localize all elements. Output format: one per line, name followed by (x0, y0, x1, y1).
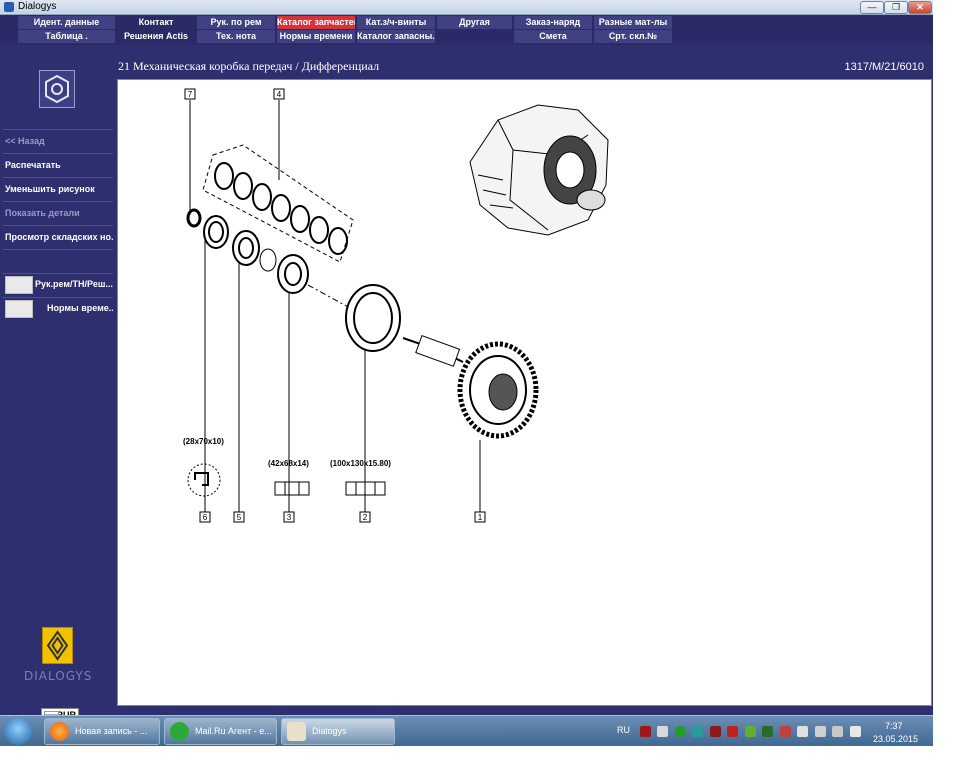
start-button[interactable] (4, 718, 32, 745)
tray-app-icon-5[interactable] (745, 726, 756, 737)
callout-5: 5 (237, 513, 242, 522)
view-stock-numbers-link[interactable]: Просмотр складских но... (3, 225, 113, 249)
menu-table[interactable]: Таблица . (18, 30, 115, 43)
repair-manual-thumbnail-icon (5, 276, 33, 294)
volume-icon[interactable] (815, 726, 826, 737)
menu-estimate[interactable]: Смета (514, 30, 592, 43)
window-title: Dialogys (18, 1, 57, 12)
menu-other[interactable]: Другая (437, 16, 512, 29)
doc-repair-manual[interactable]: Рук.рем/ТН/Реш.... (3, 273, 113, 295)
menu-screws-catalog[interactable]: Кат.з/ч-винты (357, 16, 435, 29)
clock-date[interactable]: 23.05.2015 (873, 734, 918, 744)
menu-labor-times[interactable]: Нормы времени (277, 30, 355, 43)
task-dialogys-label: Dialogys (312, 726, 347, 736)
firefox-icon (50, 722, 69, 741)
nvidia-icon[interactable] (762, 726, 773, 737)
tray-app-icon-4[interactable] (727, 726, 738, 737)
diagram-code: 1317/M/21/6010 (844, 61, 924, 73)
menu-actis-solutions[interactable]: Решения Actis (117, 30, 195, 43)
gearbox-illustration (469, 104, 609, 236)
tray-app-icon-7[interactable] (832, 726, 843, 737)
doc-repair-manual-label: Рук.рем/ТН/Реш.... (35, 279, 113, 289)
callout-3: 3 (287, 513, 292, 522)
window-titlebar: Dialogys — ❐ ✕ (0, 0, 933, 15)
shrink-image-link[interactable]: Уменьшить рисунок (3, 177, 113, 201)
app-window: Идент. данные Контакт Рук. по рем Катало… (0, 15, 933, 723)
callout-1: 1 (478, 513, 483, 522)
mailru-agent-icon (170, 722, 189, 741)
dialogys-app-icon (4, 2, 14, 12)
page-title: 21 Механическая коробка передач / Диффер… (118, 59, 380, 73)
maximize-button[interactable]: ❐ (884, 1, 908, 14)
dimension-part-3: (42x68x14) (268, 459, 309, 468)
task-dialogys[interactable]: Dialogys (281, 718, 395, 745)
language-indicator[interactable]: RU (617, 725, 630, 735)
callout-labels: 7 4 6 5 3 2 1 (184, 88, 486, 523)
tray-app-icon[interactable] (640, 726, 651, 737)
renault-logo (42, 627, 73, 664)
labor-times-thumbnail-icon (5, 300, 33, 318)
exploded-view-drawing: 7 4 6 5 3 2 1 (28x70x10) (42x68x14) (100… (183, 88, 609, 523)
task-mailru-agent[interactable]: Mail.Ru Агент - е... (164, 718, 277, 745)
doc-labor-times[interactable]: Нормы време... (3, 297, 113, 319)
action-center-flag-icon[interactable] (657, 726, 668, 737)
show-details-link[interactable]: Показать детали (3, 201, 113, 225)
task-firefox[interactable]: Новая запись - ... (44, 718, 160, 745)
dimension-part-2: (100x130x15.80) (330, 459, 391, 468)
menu-spare-parts-catalog[interactable]: Каталог запасны... (357, 30, 435, 43)
exploded-diagram-canvas: 7 4 6 5 3 2 1 (28x70x10) (42x68x14) (100… (117, 79, 932, 706)
catalog-hex-logo (39, 70, 75, 108)
network-icon[interactable] (797, 726, 808, 737)
top-menu: Идент. данные Контакт Рук. по рем Катало… (0, 15, 933, 45)
callout-6: 6 (203, 513, 208, 522)
callout-4: 4 (277, 90, 282, 99)
task-mailru-agent-label: Mail.Ru Агент - е... (195, 726, 272, 736)
clock-time[interactable]: 7:37 (885, 721, 903, 731)
callout-7: 7 (188, 90, 193, 99)
menu-misc-materials[interactable]: Разные мат-лы (594, 16, 672, 29)
windows-taskbar: Новая запись - ... Mail.Ru Агент - е... … (0, 715, 933, 746)
menu-parts-catalog[interactable]: Каталог запчастей (277, 16, 355, 29)
sidebar-divider (3, 249, 113, 250)
tray-app-icon-6[interactable] (780, 726, 791, 737)
menu-ident-data[interactable]: Идент. данные (18, 16, 115, 29)
sidebar: << Назад Распечатать Уменьшить рисунок П… (0, 45, 117, 723)
menu-repair-manual[interactable]: Рук. по рем (197, 16, 275, 29)
tray-app-icon-3[interactable] (710, 726, 721, 737)
menu-work-order[interactable]: Заказ-наряд (514, 16, 592, 29)
print-link[interactable]: Распечатать (3, 153, 113, 177)
callout-2: 2 (363, 513, 368, 522)
doc-labor-times-label: Нормы време... (47, 303, 113, 313)
close-button[interactable]: ✕ (908, 1, 932, 14)
screen: Dialogys — ❐ ✕ Идент. данные Контакт Рук… (0, 0, 960, 761)
tray-app-icon-2[interactable] (692, 726, 703, 737)
menu-contact[interactable]: Контакт (117, 16, 195, 29)
dimension-part-6: (28x70x10) (183, 437, 224, 446)
menu-tech-note[interactable]: Тех. нота (197, 30, 275, 43)
back-link[interactable]: << Назад (3, 129, 113, 153)
minimize-button[interactable]: — (860, 1, 884, 14)
dialogys-brand: DIALOGYS (24, 669, 93, 683)
task-firefox-label: Новая запись - ... (75, 726, 148, 736)
java-icon (287, 722, 306, 741)
menu-stock-no[interactable]: Срт. скл.№ (594, 30, 672, 43)
show-desktop-icon[interactable] (850, 726, 861, 737)
mail-agent-tray-icon[interactable] (675, 726, 686, 737)
